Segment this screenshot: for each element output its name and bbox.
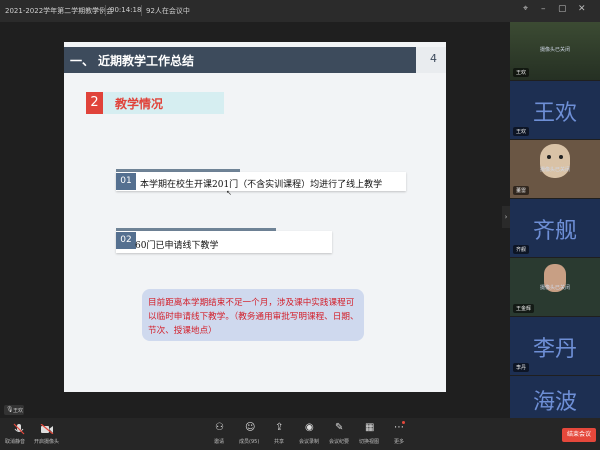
participant-tile[interactable]: 摄像头已关闭 董雷 [510,140,600,198]
participant-tile[interactable]: 李丹 李丹 [510,317,600,375]
camera-off-text: 摄像头已关闭 [539,167,570,173]
record-label: 会议录制 [299,439,320,445]
participant-name: 李丹 [513,363,530,372]
collapse-panel-icon[interactable]: › [502,206,510,228]
meeting-info-icon[interactable]: ⓘ [92,6,98,15]
speaker-name: 王欢 [13,408,24,414]
participants-button[interactable]: ☺ 成员(95) [236,421,264,447]
page-number: 4 [430,52,437,65]
camera-off-text: 摄像头已关闭 [539,285,570,291]
participant-name: 王金辉 [513,304,535,313]
camera-off-icon [40,424,54,434]
participants-icon: ☺ [245,422,256,433]
speaking-indicator: 🎙 王欢 [4,405,24,415]
end-meeting-button[interactable]: 结束会议 [562,428,596,442]
participants-label: 成员(95) [239,439,260,445]
share-screen-icon: ⇪ [275,422,284,433]
participant-name: 董雷 [513,186,530,195]
grid-view-icon: ▦ [365,422,375,433]
participant-name: 齐舰 [513,245,530,254]
participant-tile[interactable]: 齐舰 齐舰 [510,199,600,257]
item-text: 本学期在校生开课201门（不含实训课程）均进行了线上教学 [140,180,383,190]
participant-tile[interactable]: 摄像头已关闭 王欢 [510,22,600,80]
item-number: 02 [116,232,136,249]
share-label: 共享 [274,439,285,445]
switch-view-label: 切换视图 [359,439,380,445]
divider [141,5,142,16]
participant-avatar-name: 王欢 [532,101,577,126]
maximize-icon[interactable]: ▢ [558,4,567,14]
notification-dot [402,421,405,424]
start-video-button[interactable]: 开启摄像头 [34,421,60,447]
pin-icon[interactable]: ⌖ [523,4,528,14]
participant-tile[interactable]: 王欢 王欢 [510,81,600,139]
start-video-label: 开启摄像头 [34,439,60,445]
note-callout: 目前距离本学期结束不足一个月，涉及课中实践课程可以临时申请线下教学。（教务通用审… [142,289,364,341]
more-button[interactable]: ⋯ 更多 [390,421,410,447]
section-title: 近期教学工作总结 [98,54,195,68]
minutes-label: 会议纪要 [329,439,350,445]
meeting-minutes-button[interactable]: ✎ 会议纪要 [328,421,352,447]
invite-label: 邀请 [214,439,225,445]
unmute-label: 取消静音 [5,439,26,445]
meeting-top-bar: 2021-2022学年第二学期教学例会 ⓘ 00:14:18 92人在会议中 ⌖… [0,0,600,22]
subsection-number: 2 [86,92,103,114]
participant-tile[interactable]: 海波 [510,376,600,418]
minimize-icon[interactable]: – [541,4,546,14]
invite-button[interactable]: ⚇ 邀请 [210,421,230,447]
divider [105,5,106,16]
record-icon: ◉ [305,422,314,433]
slide-section-header: 一、 近期教学工作总结 4 [64,47,446,73]
participant-tile[interactable]: 摄像头已关闭 王金辉 [510,258,600,316]
subsection-title: 教学情况 [115,97,164,111]
meeting-duration: 00:14:18 [110,6,142,14]
note-text: 目前距离本学期结束不足一个月，涉及课中实践课程可以临时申请线下教学。（教务通用审… [148,298,359,336]
section-prefix: 一、 [70,54,95,68]
record-button[interactable]: ◉ 会议录制 [298,421,322,447]
invite-icon: ⚇ [215,422,224,433]
item-number: 01 [116,173,136,190]
participant-avatar-name: 齐舰 [532,219,577,244]
item-text: 60门已申请线下教学 [135,241,219,251]
participant-avatar-name: 海波 [532,390,577,415]
unmute-button[interactable]: 取消静音 [5,421,30,447]
switch-view-button[interactable]: ▦ 切换视图 [358,421,382,447]
page-number-box: 4 [416,47,446,73]
video-detail [559,155,563,159]
participant-count: 92人在会议中 [146,7,190,15]
participant-avatar-name: 李丹 [532,337,577,362]
participant-name: 王欢 [513,127,530,136]
camera-off-text: 摄像头已关闭 [539,47,570,53]
mouse-cursor-icon: ↖ [226,189,232,197]
more-label: 更多 [394,439,405,445]
share-button[interactable]: ⇪ 共享 [270,421,290,447]
participant-name: 王欢 [513,68,530,77]
close-icon[interactable]: ✕ [578,4,586,14]
video-detail [547,155,551,159]
microphone-muted-icon [13,423,25,435]
minutes-pen-icon: ✎ [335,422,344,433]
